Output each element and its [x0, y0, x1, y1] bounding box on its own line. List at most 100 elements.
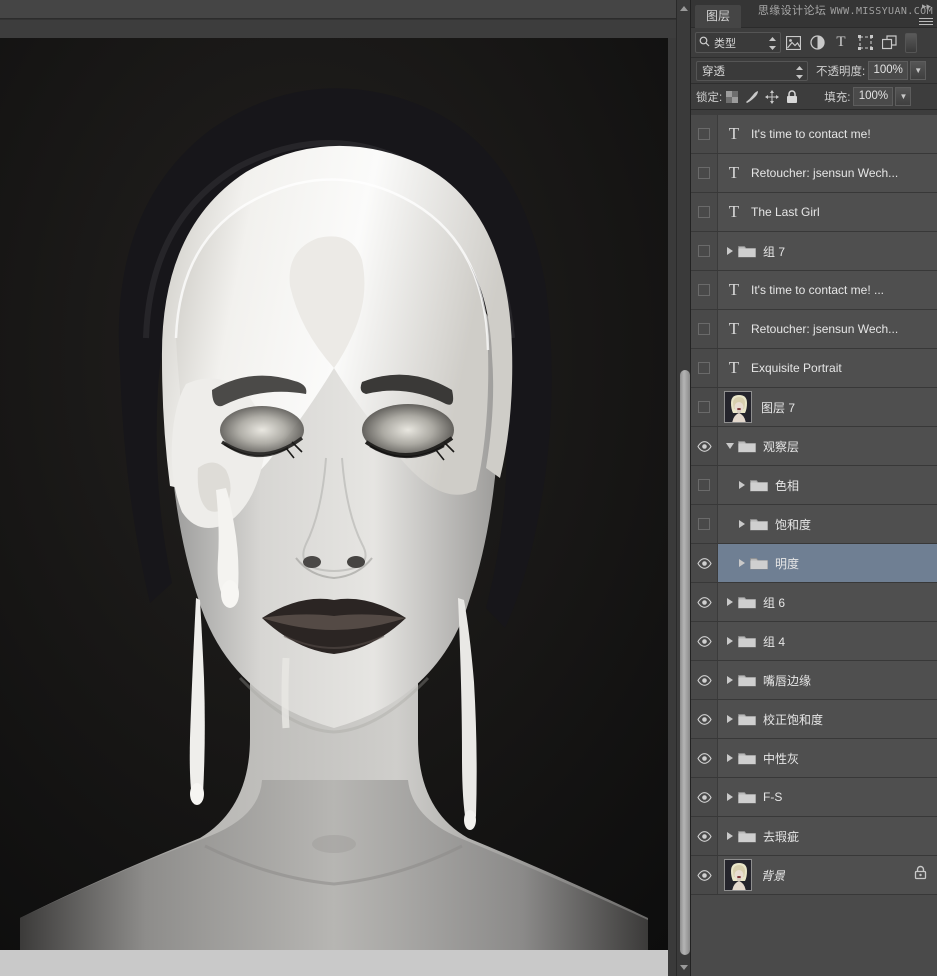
- lock-position-icon[interactable]: [762, 88, 782, 106]
- chevron-right-icon[interactable]: [724, 637, 736, 645]
- layer-row[interactable]: 组 6: [691, 583, 937, 622]
- visibility-checkbox[interactable]: [698, 479, 710, 491]
- collapse-panel-icon[interactable]: ▸▸: [922, 1, 931, 12]
- layer-visibility-toggle-off[interactable]: [691, 271, 718, 309]
- layer-row[interactable]: 组 4: [691, 622, 937, 661]
- layer-row[interactable]: 去瑕疵: [691, 817, 937, 856]
- layer-row-body[interactable]: 嘴唇边缘: [718, 661, 937, 699]
- scroll-up-arrow-icon[interactable]: [680, 6, 688, 11]
- visibility-checkbox[interactable]: [698, 518, 710, 530]
- layer-visibility-toggle-on[interactable]: [691, 583, 718, 621]
- chevron-down-icon[interactable]: [724, 443, 736, 449]
- layer-row-body[interactable]: 图层 7: [718, 388, 937, 426]
- opacity-input[interactable]: 100%: [868, 61, 908, 80]
- layer-visibility-toggle-off[interactable]: [691, 388, 718, 426]
- layer-row-body[interactable]: 观察层: [718, 427, 937, 465]
- layer-row[interactable]: TExquisite Portrait: [691, 349, 937, 388]
- layer-visibility-toggle-on[interactable]: [691, 778, 718, 816]
- layer-row[interactable]: TIt's time to contact me! ...: [691, 271, 937, 310]
- lock-all-icon[interactable]: [782, 88, 802, 106]
- visibility-checkbox[interactable]: [698, 401, 710, 413]
- layer-row[interactable]: 图层 7: [691, 388, 937, 427]
- layer-row-body[interactable]: 组 6: [718, 583, 937, 621]
- layer-row[interactable]: 色相: [691, 466, 937, 505]
- visibility-checkbox[interactable]: [698, 206, 710, 218]
- layer-row-body[interactable]: 色相: [718, 466, 937, 504]
- layer-visibility-toggle-off[interactable]: [691, 193, 718, 231]
- layer-row[interactable]: F-S: [691, 778, 937, 817]
- layer-row-body[interactable]: TExquisite Portrait: [718, 349, 937, 387]
- chevron-right-icon[interactable]: [724, 715, 736, 723]
- panel-menu-icon[interactable]: [919, 16, 933, 26]
- chevron-right-icon[interactable]: [724, 676, 736, 684]
- layer-row[interactable]: 明度: [691, 544, 937, 583]
- adjustment-layer-filter-icon[interactable]: [805, 32, 829, 54]
- filter-enable-toggle[interactable]: [905, 33, 917, 53]
- layer-thumbnail[interactable]: [724, 391, 752, 423]
- layer-visibility-toggle-off[interactable]: [691, 115, 718, 153]
- layer-row-body[interactable]: TRetoucher: jsensun Wech...: [718, 310, 937, 348]
- layer-row-body[interactable]: 组 4: [718, 622, 937, 660]
- visibility-checkbox[interactable]: [698, 323, 710, 335]
- chevron-right-icon[interactable]: [724, 247, 736, 255]
- layer-row-body[interactable]: TIt's time to contact me!: [718, 115, 937, 153]
- layer-row[interactable]: TThe Last Girl: [691, 193, 937, 232]
- layer-row[interactable]: TRetoucher: jsensun Wech...: [691, 154, 937, 193]
- layer-row[interactable]: 中性灰: [691, 739, 937, 778]
- layer-row[interactable]: 背景: [691, 856, 937, 895]
- chevron-right-icon[interactable]: [724, 598, 736, 606]
- visibility-checkbox[interactable]: [698, 128, 710, 140]
- visibility-checkbox[interactable]: [698, 245, 710, 257]
- fill-stepper[interactable]: ▼: [895, 87, 911, 106]
- pixel-layer-filter-icon[interactable]: [781, 32, 805, 54]
- chevron-right-icon[interactable]: [736, 481, 748, 489]
- layer-row-body[interactable]: 中性灰: [718, 739, 937, 777]
- visibility-checkbox[interactable]: [698, 167, 710, 179]
- chevron-right-icon[interactable]: [724, 754, 736, 762]
- smart-object-filter-icon[interactable]: [877, 32, 901, 54]
- scrollbar-track[interactable]: [678, 20, 690, 960]
- layer-row-body[interactable]: 明度: [718, 544, 937, 582]
- layer-row[interactable]: 饱和度: [691, 505, 937, 544]
- layer-visibility-toggle-off[interactable]: [691, 310, 718, 348]
- layer-row-body[interactable]: F-S: [718, 778, 937, 816]
- layer-row[interactable]: 校正饱和度: [691, 700, 937, 739]
- layer-visibility-toggle-on[interactable]: [691, 739, 718, 777]
- type-layer-filter-icon[interactable]: T: [829, 32, 853, 54]
- layer-row[interactable]: TIt's time to contact me!: [691, 115, 937, 154]
- visibility-checkbox[interactable]: [698, 284, 710, 296]
- layer-visibility-toggle-off[interactable]: [691, 232, 718, 270]
- chevron-right-icon[interactable]: [724, 793, 736, 801]
- layer-row[interactable]: TRetoucher: jsensun Wech...: [691, 310, 937, 349]
- shape-layer-filter-icon[interactable]: [853, 32, 877, 54]
- layer-visibility-toggle-off[interactable]: [691, 466, 718, 504]
- layer-row-body[interactable]: 去瑕疵: [718, 817, 937, 855]
- fill-input[interactable]: 100%: [853, 87, 893, 106]
- layer-row-body[interactable]: TThe Last Girl: [718, 193, 937, 231]
- layer-visibility-toggle-on[interactable]: [691, 700, 718, 738]
- layer-row-body[interactable]: TIt's time to contact me! ...: [718, 271, 937, 309]
- layer-visibility-toggle-off[interactable]: [691, 505, 718, 543]
- layer-visibility-toggle-on[interactable]: [691, 427, 718, 465]
- layer-visibility-toggle-on[interactable]: [691, 661, 718, 699]
- tab-layers[interactable]: 图层: [695, 5, 741, 28]
- lock-transparency-icon[interactable]: [722, 88, 742, 106]
- canvas-vertical-scrollbar[interactable]: [676, 0, 690, 976]
- layer-row-body[interactable]: 校正饱和度: [718, 700, 937, 738]
- layer-thumbnail[interactable]: [724, 859, 752, 891]
- layer-list[interactable]: TIt's time to contact me!TRetoucher: jse…: [691, 115, 937, 976]
- chevron-right-icon[interactable]: [736, 520, 748, 528]
- layer-row-body[interactable]: TRetoucher: jsensun Wech...: [718, 154, 937, 192]
- layer-visibility-toggle-on[interactable]: [691, 817, 718, 855]
- scroll-down-arrow-icon[interactable]: [680, 965, 688, 970]
- visibility-checkbox[interactable]: [698, 362, 710, 374]
- lock-image-icon[interactable]: [742, 88, 762, 106]
- opacity-stepper[interactable]: ▼: [910, 61, 926, 80]
- filter-type-select[interactable]: 类型: [695, 32, 781, 53]
- chevron-right-icon[interactable]: [724, 832, 736, 840]
- scrollbar-thumb[interactable]: [680, 370, 690, 955]
- layer-visibility-toggle-off[interactable]: [691, 349, 718, 387]
- blend-mode-select[interactable]: 穿透: [696, 61, 808, 81]
- layer-row[interactable]: 观察层: [691, 427, 937, 466]
- layer-row-body[interactable]: 组 7: [718, 232, 937, 270]
